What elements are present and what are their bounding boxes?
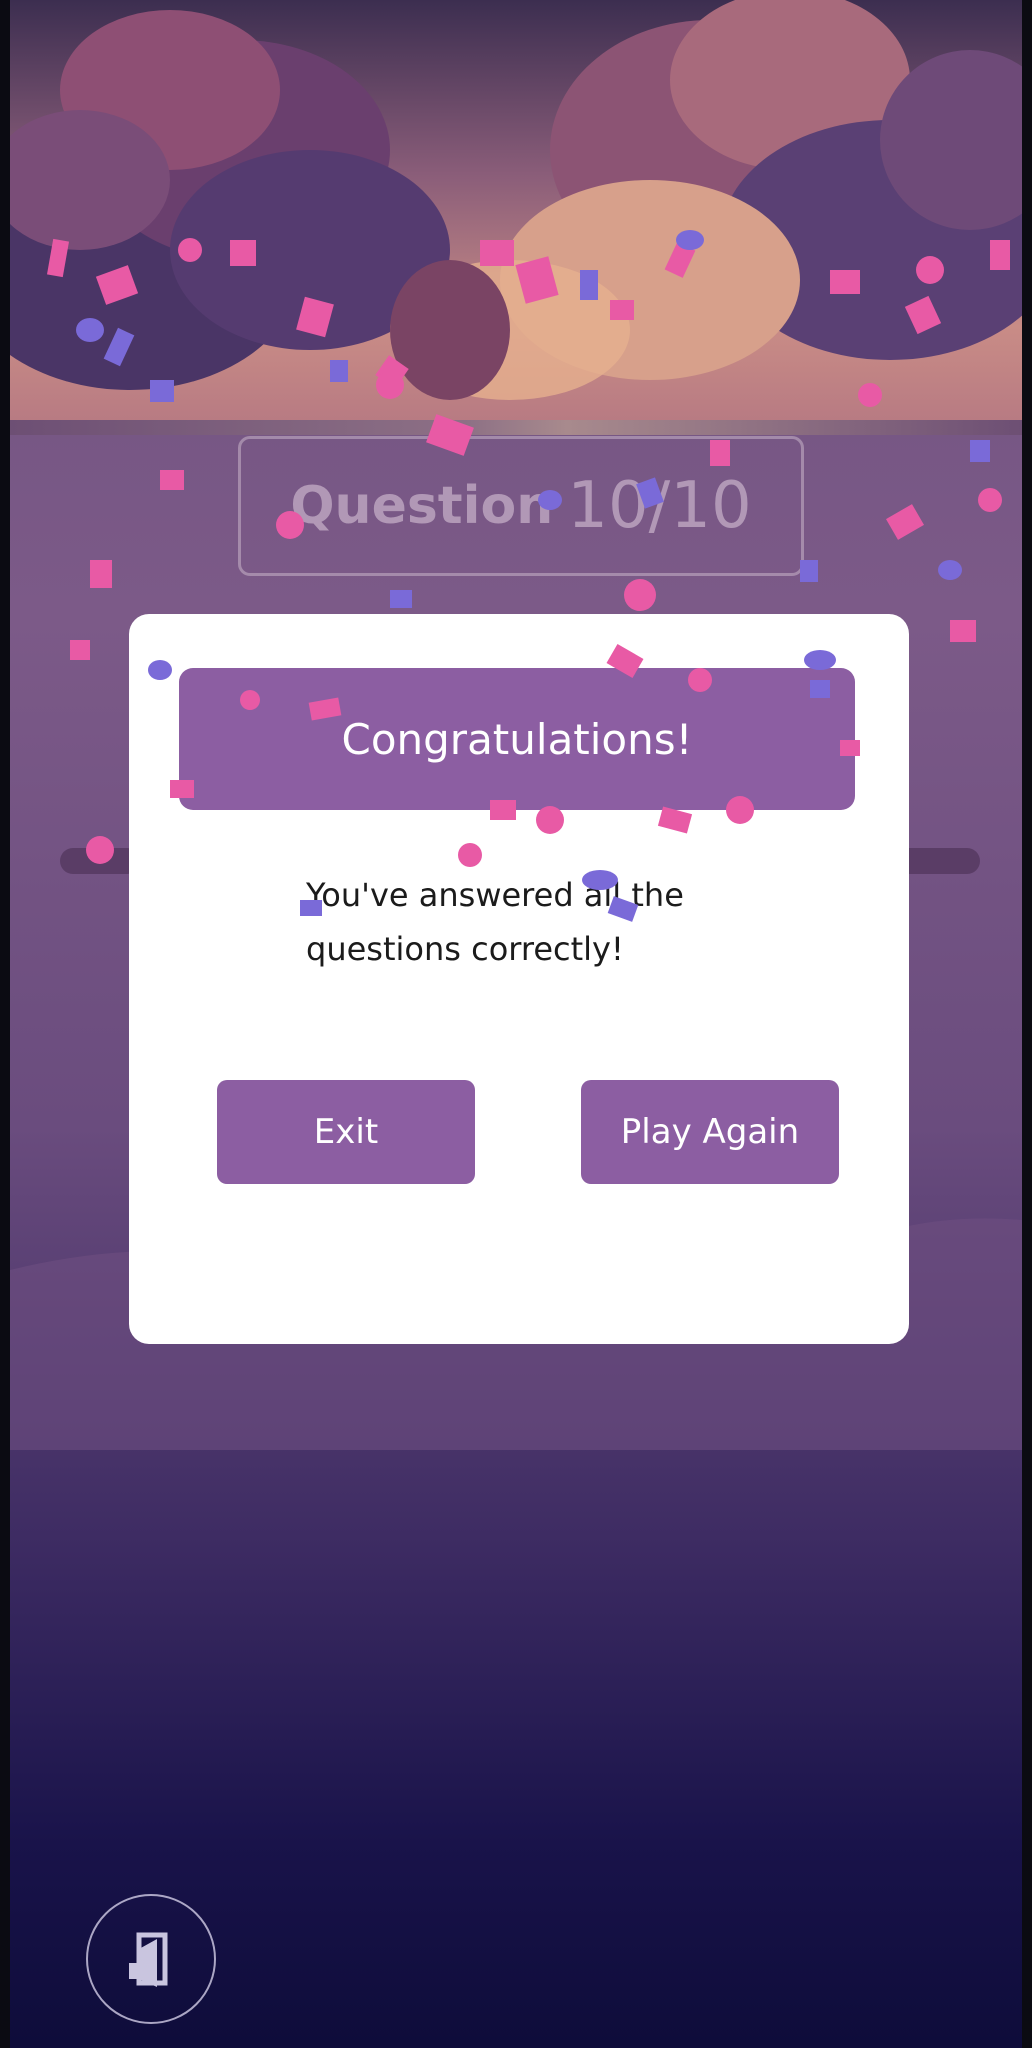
cloud-background bbox=[10, 0, 1022, 435]
progress-track-left bbox=[60, 848, 140, 874]
exit-door-icon bbox=[129, 1932, 168, 1987]
question-counter: Question 10/10 bbox=[238, 436, 804, 576]
question-label: Question bbox=[290, 476, 554, 536]
exit-button[interactable]: Exit bbox=[217, 1080, 475, 1184]
congratulations-dialog: Congratulations! You've answered all the… bbox=[129, 614, 909, 1344]
game-screen: Question 10/10 Congratulations! You've a… bbox=[10, 0, 1022, 2048]
exit-app-button[interactable] bbox=[86, 1894, 216, 2024]
dialog-title: Congratulations! bbox=[179, 668, 855, 810]
question-progress: 10/10 bbox=[567, 469, 752, 543]
play-again-button[interactable]: Play Again bbox=[581, 1080, 839, 1184]
dialog-message: You've answered all the questions correc… bbox=[306, 876, 684, 968]
